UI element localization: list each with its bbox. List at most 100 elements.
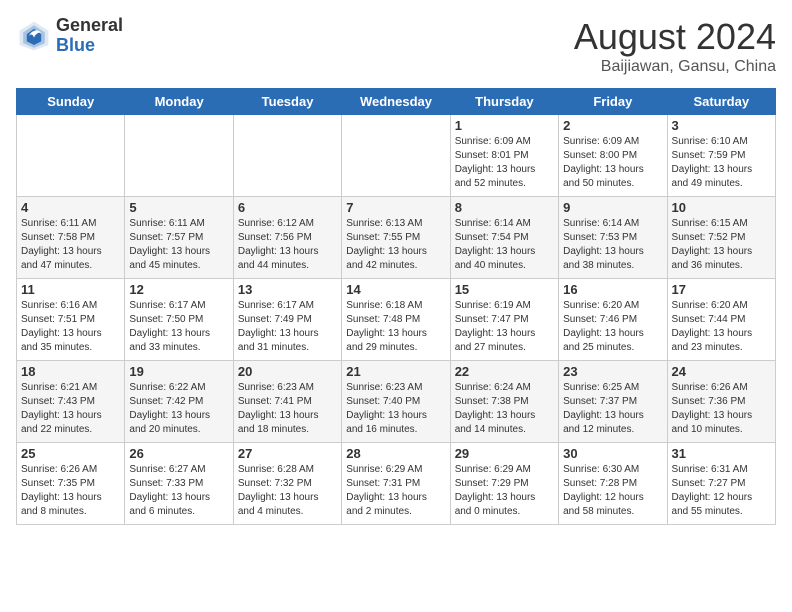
calendar-cell bbox=[233, 115, 341, 197]
calendar-cell: 2 Sunrise: 6:09 AM Sunset: 8:00 PM Daylig… bbox=[559, 115, 667, 197]
day-number: 9 bbox=[563, 200, 662, 215]
day-number: 31 bbox=[672, 446, 771, 461]
day-number: 23 bbox=[563, 364, 662, 379]
day-number: 25 bbox=[21, 446, 120, 461]
month-title: August 2024 bbox=[574, 16, 776, 58]
day-number: 30 bbox=[563, 446, 662, 461]
day-number: 26 bbox=[129, 446, 228, 461]
week-row-3: 11 Sunrise: 6:16 AM Sunset: 7:51 PM Dayli… bbox=[17, 279, 776, 361]
day-number: 2 bbox=[563, 118, 662, 133]
day-number: 11 bbox=[21, 282, 120, 297]
day-number: 16 bbox=[563, 282, 662, 297]
logo-text: General Blue bbox=[56, 16, 123, 56]
calendar-cell: 11 Sunrise: 6:16 AM Sunset: 7:51 PM Dayli… bbox=[17, 279, 125, 361]
logo: General Blue bbox=[16, 16, 123, 56]
day-info: Sunrise: 6:14 AM Sunset: 7:54 PM Dayligh… bbox=[455, 217, 554, 273]
logo-icon bbox=[16, 18, 52, 54]
calendar-cell bbox=[342, 115, 450, 197]
day-number: 18 bbox=[21, 364, 120, 379]
day-number: 24 bbox=[672, 364, 771, 379]
day-number: 6 bbox=[238, 200, 337, 215]
day-info: Sunrise: 6:13 AM Sunset: 7:55 PM Dayligh… bbox=[346, 217, 445, 273]
day-info: Sunrise: 6:30 AM Sunset: 7:28 PM Dayligh… bbox=[563, 463, 662, 519]
day-info: Sunrise: 6:29 AM Sunset: 7:31 PM Dayligh… bbox=[346, 463, 445, 519]
calendar-cell: 20 Sunrise: 6:23 AM Sunset: 7:41 PM Dayli… bbox=[233, 361, 341, 443]
title-block: August 2024 Baijiawan, Gansu, China bbox=[574, 16, 776, 76]
calendar-cell: 30 Sunrise: 6:30 AM Sunset: 7:28 PM Dayli… bbox=[559, 443, 667, 525]
day-info: Sunrise: 6:29 AM Sunset: 7:29 PM Dayligh… bbox=[455, 463, 554, 519]
weekday-thursday: Thursday bbox=[450, 89, 558, 115]
calendar-table: SundayMondayTuesdayWednesdayThursdayFrid… bbox=[16, 88, 776, 525]
day-info: Sunrise: 6:23 AM Sunset: 7:40 PM Dayligh… bbox=[346, 381, 445, 437]
day-number: 12 bbox=[129, 282, 228, 297]
calendar-cell bbox=[17, 115, 125, 197]
day-info: Sunrise: 6:18 AM Sunset: 7:48 PM Dayligh… bbox=[346, 299, 445, 355]
calendar-cell: 26 Sunrise: 6:27 AM Sunset: 7:33 PM Dayli… bbox=[125, 443, 233, 525]
day-number: 14 bbox=[346, 282, 445, 297]
calendar-cell: 4 Sunrise: 6:11 AM Sunset: 7:58 PM Daylig… bbox=[17, 197, 125, 279]
logo-blue-text: Blue bbox=[56, 36, 123, 56]
calendar-cell: 13Sunrise: 6:17 AM Sunset: 7:49 PM Dayli… bbox=[233, 279, 341, 361]
calendar-body: 1Sunrise: 6:09 AM Sunset: 8:01 PM Daylig… bbox=[17, 115, 776, 525]
calendar-cell: 12Sunrise: 6:17 AM Sunset: 7:50 PM Dayli… bbox=[125, 279, 233, 361]
day-number: 10 bbox=[672, 200, 771, 215]
day-number: 27 bbox=[238, 446, 337, 461]
day-number: 21 bbox=[346, 364, 445, 379]
day-info: Sunrise: 6:16 AM Sunset: 7:51 PM Dayligh… bbox=[21, 299, 120, 355]
day-info: Sunrise: 6:14 AM Sunset: 7:53 PM Dayligh… bbox=[563, 217, 662, 273]
weekday-friday: Friday bbox=[559, 89, 667, 115]
calendar-cell: 29 Sunrise: 6:29 AM Sunset: 7:29 PM Dayli… bbox=[450, 443, 558, 525]
week-row-4: 18 Sunrise: 6:21 AM Sunset: 7:43 PM Dayli… bbox=[17, 361, 776, 443]
calendar-cell: 7Sunrise: 6:13 AM Sunset: 7:55 PM Daylig… bbox=[342, 197, 450, 279]
day-info: Sunrise: 6:17 AM Sunset: 7:49 PM Dayligh… bbox=[238, 299, 337, 355]
day-number: 28 bbox=[346, 446, 445, 461]
day-number: 20 bbox=[238, 364, 337, 379]
day-number: 8 bbox=[455, 200, 554, 215]
day-info: Sunrise: 6:11 AM Sunset: 7:57 PM Dayligh… bbox=[129, 217, 228, 273]
calendar-cell: 25 Sunrise: 6:26 AM Sunset: 7:35 PM Dayli… bbox=[17, 443, 125, 525]
calendar-cell: 6Sunrise: 6:12 AM Sunset: 7:56 PM Daylig… bbox=[233, 197, 341, 279]
calendar-cell bbox=[125, 115, 233, 197]
calendar-cell: 21 Sunrise: 6:23 AM Sunset: 7:40 PM Dayli… bbox=[342, 361, 450, 443]
weekday-sunday: Sunday bbox=[17, 89, 125, 115]
calendar-cell: 17 Sunrise: 6:20 AM Sunset: 7:44 PM Dayli… bbox=[667, 279, 775, 361]
day-number: 15 bbox=[455, 282, 554, 297]
calendar-cell: 3Sunrise: 6:10 AM Sunset: 7:59 PM Daylig… bbox=[667, 115, 775, 197]
calendar-cell: 31 Sunrise: 6:31 AM Sunset: 7:27 PM Dayli… bbox=[667, 443, 775, 525]
calendar-cell: 27 Sunrise: 6:28 AM Sunset: 7:32 PM Dayli… bbox=[233, 443, 341, 525]
logo-general-text: General bbox=[56, 16, 123, 36]
calendar-cell: 28 Sunrise: 6:29 AM Sunset: 7:31 PM Dayli… bbox=[342, 443, 450, 525]
calendar-cell: 5Sunrise: 6:11 AM Sunset: 7:57 PM Daylig… bbox=[125, 197, 233, 279]
day-info: Sunrise: 6:31 AM Sunset: 7:27 PM Dayligh… bbox=[672, 463, 771, 519]
day-info: Sunrise: 6:20 AM Sunset: 7:46 PM Dayligh… bbox=[563, 299, 662, 355]
day-info: Sunrise: 6:09 AM Sunset: 8:01 PM Dayligh… bbox=[455, 135, 554, 191]
day-info: Sunrise: 6:21 AM Sunset: 7:43 PM Dayligh… bbox=[21, 381, 120, 437]
calendar-cell: 9 Sunrise: 6:14 AM Sunset: 7:53 PM Daylig… bbox=[559, 197, 667, 279]
day-number: 29 bbox=[455, 446, 554, 461]
week-row-2: 4 Sunrise: 6:11 AM Sunset: 7:58 PM Daylig… bbox=[17, 197, 776, 279]
day-number: 3 bbox=[672, 118, 771, 133]
day-number: 17 bbox=[672, 282, 771, 297]
day-number: 4 bbox=[21, 200, 120, 215]
day-info: Sunrise: 6:09 AM Sunset: 8:00 PM Dayligh… bbox=[563, 135, 662, 191]
day-number: 22 bbox=[455, 364, 554, 379]
day-info: Sunrise: 6:22 AM Sunset: 7:42 PM Dayligh… bbox=[129, 381, 228, 437]
day-info: Sunrise: 6:28 AM Sunset: 7:32 PM Dayligh… bbox=[238, 463, 337, 519]
day-info: Sunrise: 6:20 AM Sunset: 7:44 PM Dayligh… bbox=[672, 299, 771, 355]
day-info: Sunrise: 6:26 AM Sunset: 7:35 PM Dayligh… bbox=[21, 463, 120, 519]
day-info: Sunrise: 6:15 AM Sunset: 7:52 PM Dayligh… bbox=[672, 217, 771, 273]
weekday-header-row: SundayMondayTuesdayWednesdayThursdayFrid… bbox=[17, 89, 776, 115]
weekday-wednesday: Wednesday bbox=[342, 89, 450, 115]
day-info: Sunrise: 6:27 AM Sunset: 7:33 PM Dayligh… bbox=[129, 463, 228, 519]
calendar-cell: 8 Sunrise: 6:14 AM Sunset: 7:54 PM Daylig… bbox=[450, 197, 558, 279]
week-row-1: 1Sunrise: 6:09 AM Sunset: 8:01 PM Daylig… bbox=[17, 115, 776, 197]
calendar-cell: 10 Sunrise: 6:15 AM Sunset: 7:52 PM Dayli… bbox=[667, 197, 775, 279]
weekday-saturday: Saturday bbox=[667, 89, 775, 115]
day-info: Sunrise: 6:24 AM Sunset: 7:38 PM Dayligh… bbox=[455, 381, 554, 437]
day-info: Sunrise: 6:11 AM Sunset: 7:58 PM Dayligh… bbox=[21, 217, 120, 273]
weekday-tuesday: Tuesday bbox=[233, 89, 341, 115]
day-info: Sunrise: 6:23 AM Sunset: 7:41 PM Dayligh… bbox=[238, 381, 337, 437]
week-row-5: 25 Sunrise: 6:26 AM Sunset: 7:35 PM Dayli… bbox=[17, 443, 776, 525]
day-info: Sunrise: 6:26 AM Sunset: 7:36 PM Dayligh… bbox=[672, 381, 771, 437]
calendar-cell: 15Sunrise: 6:19 AM Sunset: 7:47 PM Dayli… bbox=[450, 279, 558, 361]
